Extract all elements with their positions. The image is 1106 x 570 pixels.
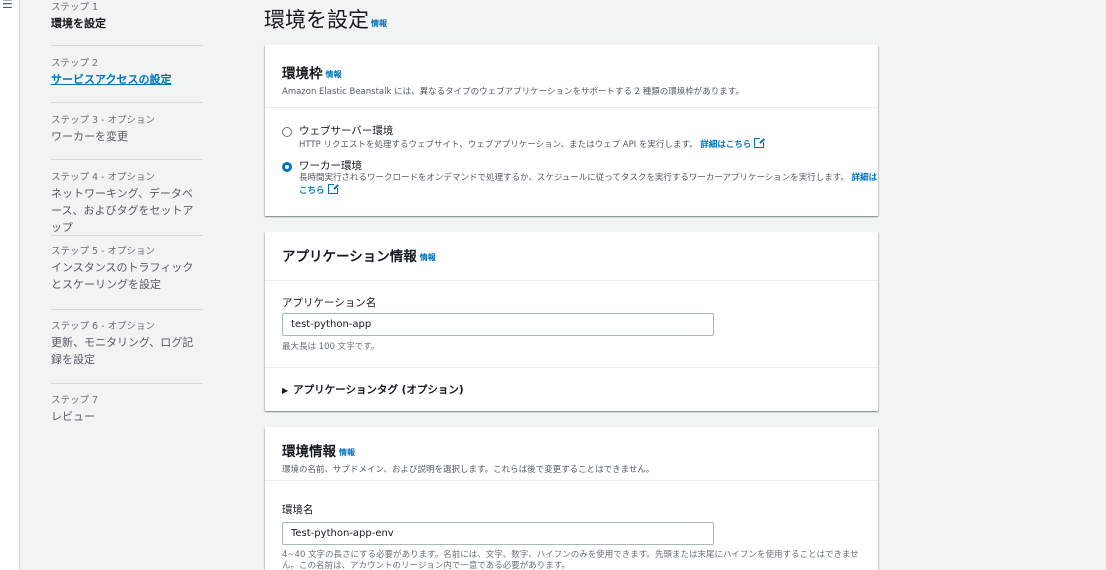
step-3[interactable]: ステップ 3 - オプション ワーカーを変更 bbox=[51, 114, 203, 145]
application-name-label: アプリケーション名 bbox=[282, 297, 377, 309]
panel-title-text: 環境枠 bbox=[282, 66, 323, 82]
environment-name-label: 環境名 bbox=[282, 504, 314, 516]
panel-title-text: アプリケーション情報 bbox=[282, 249, 417, 265]
application-name-input[interactable] bbox=[282, 313, 714, 336]
step-title-link[interactable]: サービスアクセスの設定 bbox=[51, 71, 203, 88]
radio-description: 長時間実行されるワークロードをオンデマンドで処理するか、スケジュールに従ってタス… bbox=[299, 173, 879, 197]
step-divider bbox=[51, 309, 203, 310]
step-7[interactable]: ステップ 7 レビュー bbox=[51, 394, 203, 425]
step-title: インスタンスのトラフィックとスケーリングを設定 bbox=[51, 261, 194, 291]
step-label: ステップ 4 - オプション bbox=[51, 172, 156, 183]
step-title: ワーカーを変更 bbox=[51, 130, 128, 143]
info-link[interactable]: 情報 bbox=[371, 19, 387, 28]
environment-name-hint: 4~40 文字の長さにする必要があります。名前には、文字、数字、ハイフンのみを使… bbox=[282, 550, 859, 570]
application-tags-expander[interactable]: ▶ アプリケーションタグ (オプション) bbox=[282, 382, 464, 397]
radio-label: ワーカー環境 bbox=[299, 160, 362, 172]
environment-name-input[interactable] bbox=[282, 522, 714, 545]
radio-web-server-environment[interactable]: ウェブサーバー環境 HTTP リクエストを処理するウェブサイト、ウェブアプリケー… bbox=[282, 125, 766, 151]
info-link[interactable]: 情報 bbox=[326, 70, 342, 79]
external-link-icon bbox=[754, 137, 766, 148]
step-divider bbox=[51, 383, 203, 384]
page-title: 環境を設定 情報 bbox=[264, 4, 387, 34]
radio-label: ウェブサーバー環境 bbox=[299, 125, 394, 137]
side-navigation-rail: ☰ bbox=[0, 0, 20, 570]
step-label: ステップ 7 bbox=[51, 395, 99, 406]
application-name-hint: 最大長は 100 文字です。 bbox=[282, 342, 380, 352]
panel-header: アプリケーション情報 情報 bbox=[265, 232, 878, 281]
radio-text: ウェブサーバー環境 HTTP リクエストを処理するウェブサイト、ウェブアプリケー… bbox=[299, 125, 766, 151]
info-link[interactable]: 情報 bbox=[339, 448, 355, 457]
step-title: レビュー bbox=[51, 410, 95, 423]
panel-title: アプリケーション情報 情報 bbox=[282, 245, 861, 265]
radio-button-checked[interactable] bbox=[282, 162, 292, 172]
panel-title-text: 環境情報 bbox=[282, 444, 336, 460]
panel-description: 環境の名前、サブドメイン、および説明を選択します。これらは後で変更することはでき… bbox=[282, 465, 655, 475]
expander-label: アプリケーションタグ (オプション) bbox=[293, 384, 464, 396]
step-label: ステップ 1 bbox=[51, 2, 99, 13]
step-label: ステップ 2 bbox=[51, 58, 99, 69]
external-link-icon bbox=[327, 183, 339, 194]
step-title: 環境を設定 bbox=[51, 17, 106, 30]
step-2[interactable]: ステップ 2 サービスアクセスの設定 bbox=[51, 57, 203, 88]
step-label: ステップ 3 - オプション bbox=[51, 115, 156, 126]
step-divider bbox=[51, 235, 203, 236]
panel-header: 環境枠 情報 Amazon Elastic Beanstalk には、異なるタイプ… bbox=[265, 45, 878, 108]
panel-title: 環境枠 情報 bbox=[282, 62, 861, 82]
application-info-panel: アプリケーション情報情報 アプリケーション名 最大長は 100 文字です。 ▶ ア… bbox=[265, 232, 878, 411]
step-label: ステップ 5 - オプション bbox=[51, 246, 156, 257]
step-1: ステップ 1 環境を設定 bbox=[51, 1, 203, 32]
step-divider bbox=[51, 159, 203, 160]
step-divider bbox=[51, 102, 203, 103]
step-title: ネットワーキング、データベース、およびタグをセットアップ bbox=[51, 187, 194, 234]
environment-tier-panel: 環境枠 情報 Amazon Elastic Beanstalk には、異なるタイプ… bbox=[265, 45, 878, 216]
menu-icon[interactable]: ☰ bbox=[2, 0, 13, 10]
step-divider bbox=[51, 45, 203, 46]
step-title: 更新、モニタリング、ログ記録を設定 bbox=[51, 336, 194, 366]
section-divider bbox=[265, 367, 878, 368]
radio-worker-environment[interactable]: ワーカー環境 長時間実行されるワークロードをオンデマンドで処理するか、スケジュー… bbox=[282, 160, 879, 197]
panel-title: 環境情報 情報 bbox=[282, 440, 861, 460]
learn-more-link[interactable]: 詳細はこちら bbox=[700, 137, 766, 150]
caret-right-icon: ▶ bbox=[282, 386, 289, 395]
page-title-text: 環境を設定 bbox=[264, 8, 369, 32]
panel-header: 環境情報 情報 環境の名前、サブドメイン、および説明を選択します。これらは後で変更… bbox=[265, 427, 878, 481]
step-6[interactable]: ステップ 6 - オプション 更新、モニタリング、ログ記録を設定 bbox=[51, 320, 203, 368]
panel-description: Amazon Elastic Beanstalk には、異なるタイプのウェブアプ… bbox=[282, 87, 744, 97]
radio-text: ワーカー環境 長時間実行されるワークロードをオンデマンドで処理するか、スケジュー… bbox=[299, 160, 879, 197]
radio-description-text: HTTP リクエストを処理するウェブサイト、ウェブアプリケーション、またはウェブ… bbox=[299, 140, 698, 150]
radio-description-text: 長時間実行されるワークロードをオンデマンドで処理するか、スケジュールに従ってタス… bbox=[299, 173, 849, 183]
environment-info-panel: 環境情報 情報 環境の名前、サブドメイン、および説明を選択します。これらは後で変更… bbox=[265, 427, 878, 570]
step-5[interactable]: ステップ 5 - オプション インスタンスのトラフィックとスケーリングを設定 bbox=[51, 245, 203, 293]
radio-button[interactable] bbox=[282, 127, 292, 137]
step-label: ステップ 6 - オプション bbox=[51, 321, 156, 332]
step-4[interactable]: ステップ 4 - オプション ネットワーキング、データベース、およびタグをセット… bbox=[51, 171, 203, 236]
info-link[interactable]: 情報 bbox=[420, 253, 436, 262]
learn-more-link-text[interactable]: 詳細はこちら bbox=[700, 140, 751, 150]
radio-description: HTTP リクエストを処理するウェブサイト、ウェブアプリケーション、またはウェブ… bbox=[299, 137, 766, 151]
